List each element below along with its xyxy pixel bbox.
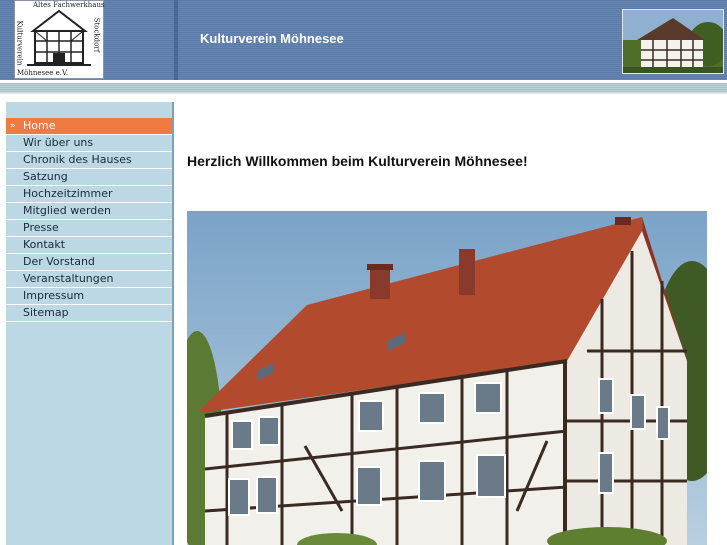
nav-item-label: Veranstaltungen: [23, 272, 114, 285]
nav-item-mitglied-werden[interactable]: Mitglied werden: [6, 203, 172, 220]
nav-item-impressum[interactable]: Impressum: [6, 288, 172, 305]
nav-item-label: Presse: [23, 221, 59, 234]
sidebar-nav: » Home Wir über uns Chronik des Hauses S…: [6, 102, 174, 545]
nav-item-sitemap[interactable]: Sitemap: [6, 305, 172, 322]
house-photo-icon: [623, 10, 723, 73]
logo-text-top: Altes Fachwerkhaus: [33, 1, 105, 9]
header-band: [0, 83, 727, 92]
nav-item-veranstaltungen[interactable]: Veranstaltungen: [6, 271, 172, 288]
header-house-thumbnail: [622, 9, 724, 74]
nav-item-label: Wir über uns: [23, 136, 94, 149]
nav-item-label: Mitglied werden: [23, 204, 112, 217]
nav-item-kontakt[interactable]: Kontakt: [6, 237, 172, 254]
nav-item-label: Chronik des Hauses: [23, 153, 132, 166]
half-timbered-house-photo-icon: [187, 211, 707, 545]
nav-item-home[interactable]: » Home: [6, 118, 172, 135]
nav-item-label: Hochzeitzimmer: [23, 187, 113, 200]
header-band-edge: [0, 92, 727, 94]
nav-item-label: Impressum: [23, 289, 85, 302]
nav-item-chronik[interactable]: Chronik des Hauses: [6, 152, 172, 169]
site-header: Altes Fachwerkhaus Stockdorf Kulturverei…: [0, 0, 727, 80]
nav-item-label: Kontakt: [23, 238, 66, 251]
nav-item-label: Home: [23, 119, 56, 132]
nav-item-wir-ueber-uns[interactable]: Wir über uns: [6, 135, 172, 152]
logo-text-bottom: Möhnesee e.V.: [17, 69, 69, 77]
club-logo[interactable]: Altes Fachwerkhaus Stockdorf Kulturverei…: [14, 0, 105, 79]
house-photo: [187, 211, 707, 545]
logo-text-left: Kulturverein: [15, 20, 24, 66]
logo-text-right: Stockdorf: [92, 17, 101, 53]
nav-item-vorstand[interactable]: Der Vorstand: [6, 254, 172, 271]
nav-item-satzung[interactable]: Satzung: [6, 169, 172, 186]
site-title: Kulturverein Möhnesee: [200, 31, 344, 46]
nav-bullet-icon: »: [10, 121, 16, 131]
nav-item-presse[interactable]: Presse: [6, 220, 172, 237]
page-title: Herzlich Willkommen beim Kulturverein Mö…: [187, 153, 528, 169]
nav-item-hochzeitzimmer[interactable]: Hochzeitzimmer: [6, 186, 172, 203]
half-timbered-house-logo-icon: [27, 9, 91, 66]
nav-item-label: Satzung: [23, 170, 68, 183]
nav-item-label: Sitemap: [23, 306, 69, 319]
nav-item-label: Der Vorstand: [23, 255, 95, 268]
header-divider: [174, 0, 178, 80]
